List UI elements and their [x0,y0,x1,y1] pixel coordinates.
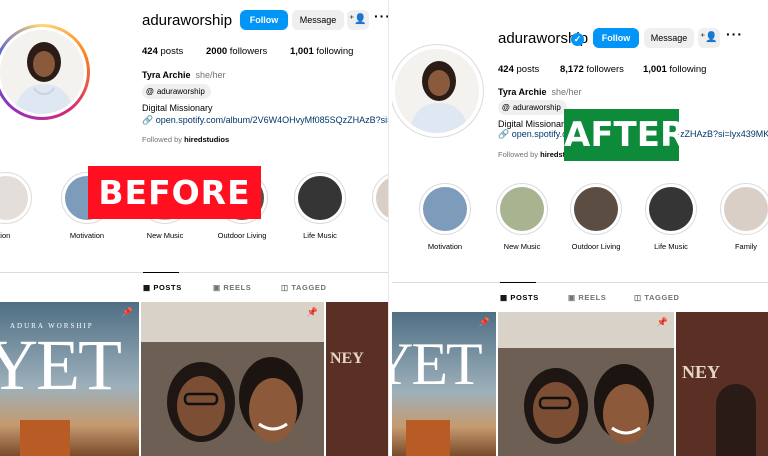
before-profile-panel: aduraworship ✓ Follow Message ⁺👤 ··· 424… [0,0,388,456]
threads-badge[interactable]: @ aduraworship [142,84,211,99]
post-cover-side: NEY [330,350,364,367]
profile-full-name: Tyra Archie she/her [498,87,582,97]
tab-reels[interactable]: ▣ REELS [568,293,606,302]
highlight-new-music[interactable] [496,183,548,235]
post-cover-title: YET [392,331,483,397]
more-options-icon[interactable]: ··· [726,26,743,42]
threads-icon: @ [502,103,510,112]
highlight-label: Motivation [69,231,105,240]
posts-stat: 424 posts [142,46,184,57]
link-icon: 🔗 [142,115,154,125]
tab-posts[interactable]: ▦ POSTS [143,283,182,292]
followers-stat[interactable]: 2000 followers [206,46,267,57]
highlight-label: New Music [146,231,184,240]
post-cover-title: YET [0,325,122,405]
tagged-icon: ◫ [634,293,642,302]
before-overlay-label: BEFORE [88,166,261,219]
profile-link-end[interactable]: zZHAzB?si=lyx439MKQt [680,129,768,139]
highlight-life-music[interactable] [645,183,697,235]
follow-button[interactable]: Follow [240,10,288,30]
message-button[interactable]: Message [644,28,694,48]
following-stat[interactable]: 1,001 following [643,64,706,75]
highlight-family[interactable] [720,183,768,235]
followed-by[interactable]: Followed by hiredstu [498,150,570,159]
profile-link[interactable]: 🔗 open.spotify.co [498,129,572,140]
tab-posts[interactable]: ▦ POSTS [500,293,539,302]
highlight-label: Life Music [303,231,337,240]
reels-icon: ▣ [213,283,221,292]
post-tile[interactable]: YET 📌 [392,312,496,456]
follow-button[interactable]: Follow [593,28,639,48]
highlight-label: Outdoor Living [571,242,621,251]
profile-avatar-ring[interactable] [0,24,90,120]
highlight-label: Outdoor Living [217,231,267,240]
link-icon: 🔗 [498,129,510,139]
highlight-motivation[interactable] [419,183,471,235]
tagged-icon: ◫ [281,283,289,292]
post-tile[interactable]: NEY [326,302,388,456]
post-tile[interactable]: NEY [676,312,768,456]
add-person-icon[interactable]: ⁺👤 [698,28,720,48]
tab-tagged[interactable]: ◫ TAGGED [281,283,327,292]
after-profile-panel: aduraworship ✓ Follow Message ⁺👤 ··· 424… [392,0,768,456]
highlight-inspiration[interactable] [0,172,32,224]
verified-badge-icon: ✓ [571,33,584,46]
after-overlay-label: AFTER [564,109,686,161]
followed-by[interactable]: Followed by hiredstudios [142,135,229,144]
tab-tagged[interactable]: ◫ TAGGED [634,293,680,302]
message-button[interactable]: Message [292,10,344,30]
post-tile[interactable]: 📌 [498,312,674,456]
profile-bio: Digital Missionary [142,103,213,113]
threads-icon: @ [146,87,154,96]
following-stat[interactable]: 1,001 following [290,46,353,57]
grid-icon: ▦ [143,283,151,292]
threads-badge[interactable]: @ aduraworship [498,100,567,115]
avatar [0,30,84,114]
posts-stat: 424 posts [498,64,540,75]
post-cover-side: NEY [682,362,721,382]
pin-icon: 📌 [121,307,133,317]
highlight-label: Motivation [427,242,463,251]
add-person-icon[interactable]: ⁺👤 [347,10,369,30]
profile-bio: Digital Missionary [498,119,569,129]
reels-icon: ▣ [568,293,576,302]
profile-avatar-ring[interactable] [392,44,484,138]
active-tab-indicator [143,272,179,273]
post-tile[interactable]: 📌 [141,302,324,456]
grid-icon: ▦ [500,293,508,302]
tabs-divider [392,282,768,283]
active-tab-indicator [500,282,536,283]
pin-icon: 📌 [306,307,318,317]
avatar [395,49,479,133]
highlight-family[interactable] [372,172,388,224]
profile-full-name: Tyra Archie she/her [142,70,226,80]
highlight-label: Family [734,242,758,251]
highlight-label: Life Music [654,242,688,251]
followers-stat[interactable]: 8,172 followers [560,64,624,75]
profile-username: aduraworship [142,12,233,29]
pin-icon: 📌 [656,317,668,327]
highlight-outdoor-living[interactable] [570,183,622,235]
tab-reels[interactable]: ▣ REELS [213,283,251,292]
post-tile[interactable]: ADURA WORSHIP YET 📌 [0,302,139,456]
highlight-life-music[interactable] [294,172,346,224]
profile-link[interactable]: 🔗 open.spotify.com/album/2V6W4OHvyMf085S… [142,115,388,126]
highlight-label: piration [0,231,11,240]
more-options-icon[interactable]: ··· [374,8,388,24]
pin-icon: 📌 [478,317,490,327]
tabs-divider [0,272,388,273]
highlight-label: New Music [503,242,541,251]
